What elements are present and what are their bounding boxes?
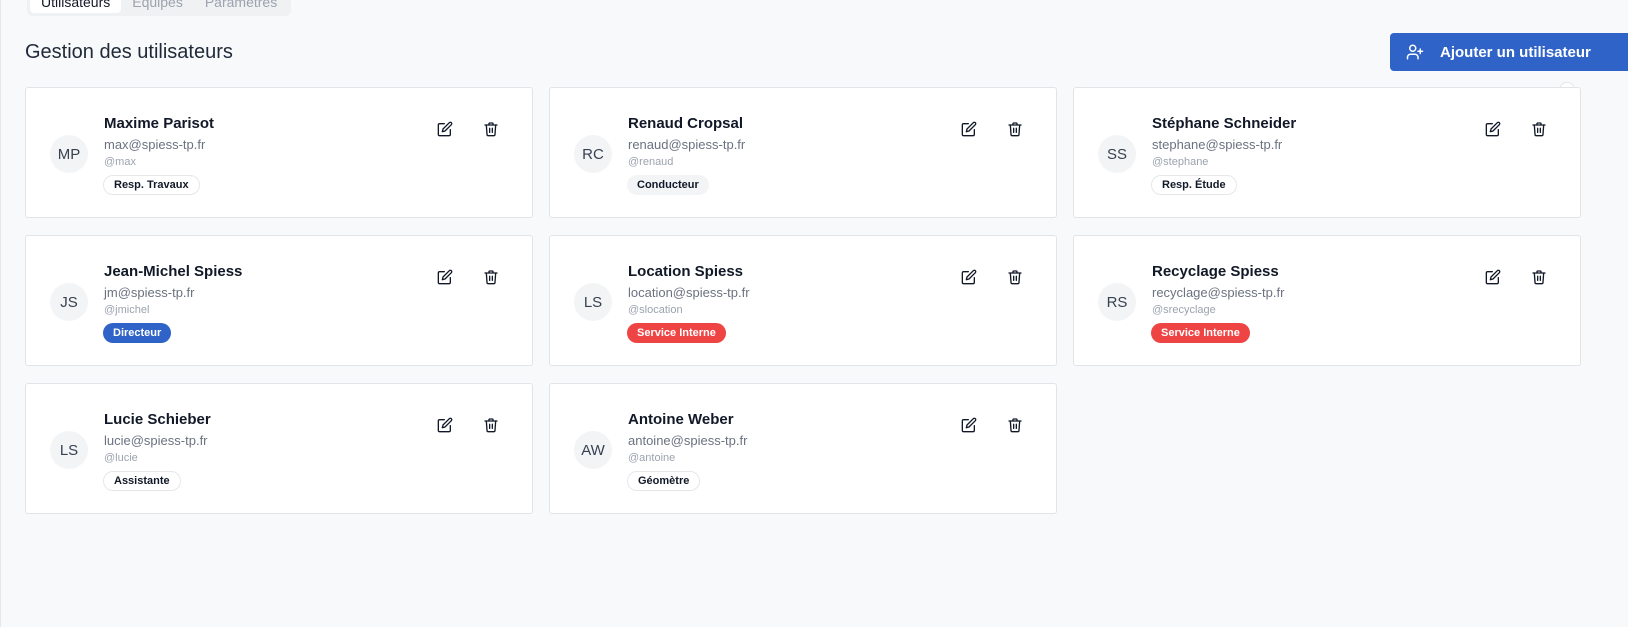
trash-icon <box>1007 121 1023 142</box>
avatar: LS <box>50 431 88 469</box>
user-email: antoine@spiess-tp.fr <box>628 433 748 448</box>
trash-icon <box>483 417 499 438</box>
role-badge: Conducteur <box>627 175 709 195</box>
edit-icon <box>961 121 977 142</box>
user-name: Renaud Cropsal <box>628 115 744 132</box>
user-email: stephane@spiess-tp.fr <box>1152 137 1283 152</box>
edit-user-button[interactable] <box>435 121 455 141</box>
user-handle: @lucie <box>104 452 138 464</box>
edit-user-button[interactable] <box>959 121 979 141</box>
edit-user-button[interactable] <box>435 269 455 289</box>
delete-user-button[interactable] <box>1005 121 1025 141</box>
tab-utilisateurs[interactable]: Utilisateurs <box>30 0 122 13</box>
trash-icon <box>1007 269 1023 290</box>
trash-icon <box>1007 417 1023 438</box>
user-card: AW Antoine Weber antoine@spiess-tp.fr @anto… <box>549 383 1057 514</box>
edit-icon <box>437 269 453 290</box>
role-badge: Resp. Étude <box>1151 175 1237 195</box>
avatar: LS <box>574 283 612 321</box>
role-badge: Géomètre <box>627 471 701 491</box>
trash-icon <box>1531 121 1547 142</box>
tab-parametres[interactable]: Paramètres <box>194 0 288 13</box>
user-email: max@spiess-tp.fr <box>104 137 206 152</box>
edit-user-button[interactable] <box>959 269 979 289</box>
user-email: recyclage@spiess-tp.fr <box>1152 285 1285 300</box>
tab-equipes[interactable]: Équipes <box>121 0 194 13</box>
edit-user-button[interactable] <box>1483 269 1503 289</box>
role-badge: Service Interne <box>1151 323 1250 343</box>
role-badge: Service Interne <box>627 323 726 343</box>
user-name: Stéphane Schneider <box>1152 115 1297 132</box>
delete-user-button[interactable] <box>481 417 501 437</box>
edit-user-button[interactable] <box>1483 121 1503 141</box>
user-handle: @stephane <box>1152 156 1209 168</box>
avatar: JS <box>50 283 88 321</box>
user-handle: @renaud <box>628 156 674 168</box>
avatar: SS <box>1098 135 1136 173</box>
user-email: renaud@spiess-tp.fr <box>628 137 746 152</box>
user-email: lucie@spiess-tp.fr <box>104 433 208 448</box>
edit-user-button[interactable] <box>959 417 979 437</box>
user-handle: @max <box>104 156 136 168</box>
user-name: Antoine Weber <box>628 411 734 428</box>
user-card: JS Jean-Michel Spiess jm@spiess-tp.fr @jmic… <box>25 235 533 366</box>
tab-bar: Utilisateurs Équipes Paramètres <box>27 0 292 16</box>
avatar: RS <box>1098 283 1136 321</box>
edit-user-button[interactable] <box>435 417 455 437</box>
delete-user-button[interactable] <box>1529 121 1549 141</box>
user-handle: @jmichel <box>104 304 150 316</box>
user-handle: @antoine <box>628 452 676 464</box>
edit-icon <box>437 417 453 438</box>
delete-user-button[interactable] <box>1005 269 1025 289</box>
user-plus-icon <box>1406 44 1424 60</box>
user-card: LS Lucie Schieber lucie@spiess-tp.fr @lucie… <box>25 383 533 514</box>
add-user-button[interactable]: Ajouter un utilisateur <box>1390 33 1628 71</box>
edit-icon <box>961 269 977 290</box>
user-card: RS Recyclage Spiess recyclage@spiess-tp.fr… <box>1073 235 1581 366</box>
user-email: jm@spiess-tp.fr <box>104 285 195 300</box>
user-name: Recyclage Spiess <box>1152 263 1279 280</box>
delete-user-button[interactable] <box>1005 417 1025 437</box>
edit-icon <box>437 121 453 142</box>
avatar: RC <box>574 135 612 173</box>
user-email: location@spiess-tp.fr <box>628 285 750 300</box>
user-name: Jean-Michel Spiess <box>104 263 243 280</box>
delete-user-button[interactable] <box>481 121 501 141</box>
trash-icon <box>483 269 499 290</box>
add-user-button-label: Ajouter un utilisateur <box>1440 43 1591 61</box>
left-border <box>0 0 1 627</box>
user-handle: @slocation <box>628 304 683 316</box>
role-badge: Resp. Travaux <box>103 175 200 195</box>
edit-icon <box>961 417 977 438</box>
user-name: Location Spiess <box>628 263 744 280</box>
delete-user-button[interactable] <box>1529 269 1549 289</box>
edit-icon <box>1485 121 1501 142</box>
user-card: LS Location Spiess location@spiess-tp.fr @s… <box>549 235 1057 366</box>
user-handle: @srecyclage <box>1152 304 1216 316</box>
role-badge: Assistante <box>103 471 181 491</box>
trash-icon <box>483 121 499 142</box>
user-name: Maxime Parisot <box>104 115 215 132</box>
avatar: AW <box>574 431 612 469</box>
delete-user-button[interactable] <box>481 269 501 289</box>
user-card: SS Stéphane Schneider stephane@spiess-tp.f… <box>1073 87 1581 218</box>
edit-icon <box>1485 269 1501 290</box>
user-name: Lucie Schieber <box>104 411 211 428</box>
role-badge: Directeur <box>103 323 172 343</box>
trash-icon <box>1531 269 1547 290</box>
user-card: MP Maxime Parisot max@spiess-tp.fr @max Resp… <box>25 87 533 218</box>
user-card: RC Renaud Cropsal renaud@spiess-tp.fr @rena… <box>549 87 1057 218</box>
page-title: Gestion des utilisateurs <box>25 41 233 63</box>
avatar: MP <box>50 135 88 173</box>
